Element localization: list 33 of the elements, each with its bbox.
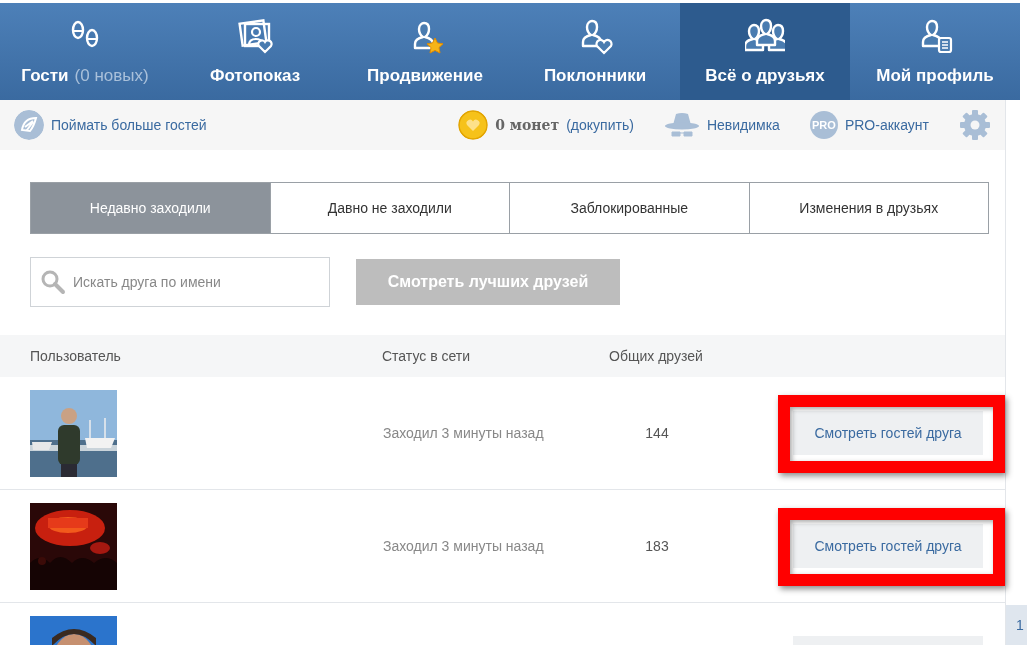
footprints-icon: [71, 20, 99, 48]
nav-tab[interactable]: Фотопоказ: [170, 3, 340, 100]
users-icon: [745, 18, 785, 52]
user-heart-icon: [581, 19, 613, 55]
view-guests-button[interactable]: Смотреть гостей друга: [793, 411, 983, 455]
user-star-icon: [413, 21, 444, 54]
nav-tab[interactable]: Гости (0 новых): [0, 3, 170, 100]
invisible-link[interactable]: Невидимка: [663, 111, 780, 139]
search-field[interactable]: Искать друга по имени: [30, 257, 330, 307]
mutual-friends-count: 183: [644, 538, 670, 554]
status-text: Заходил 3 минуты назад: [383, 425, 545, 441]
photo-heart-icon: [238, 19, 273, 54]
mutual-friends-count: 144: [644, 425, 670, 441]
page-tab[interactable]: 1: [1006, 605, 1027, 645]
nav-tab[interactable]: Мой профиль: [850, 3, 1020, 100]
nav-tab[interactable]: Продвижение: [340, 3, 510, 100]
nav-tab[interactable]: Поклонники: [510, 3, 680, 100]
buy-more-link[interactable]: (докупить): [566, 117, 634, 133]
view-guests-button[interactable]: Смотреть гостей друга: [793, 524, 983, 568]
search-icon: [40, 269, 66, 295]
settings-icon[interactable]: [959, 109, 991, 141]
column-header: Пользователь: [30, 348, 122, 364]
spy-hat-icon: [663, 111, 700, 139]
status-text: Заходил 3 минуты назад: [383, 538, 545, 554]
user-document-icon: [921, 19, 953, 54]
nav-tab[interactable]: Всё о друзьях: [680, 3, 850, 100]
coin-icon: [458, 110, 489, 140]
column-header: Статус в сети: [382, 348, 472, 364]
catch-guests-link[interactable]: Поймать больше гостей: [14, 110, 207, 140]
column-header: Общих друзей: [609, 348, 703, 364]
pro-account-link[interactable]: PRO PRO-аккаунт: [809, 111, 929, 139]
coins-count: 0 монет: [495, 117, 560, 133]
filter-tab[interactable]: Недавно заходили: [31, 183, 270, 233]
